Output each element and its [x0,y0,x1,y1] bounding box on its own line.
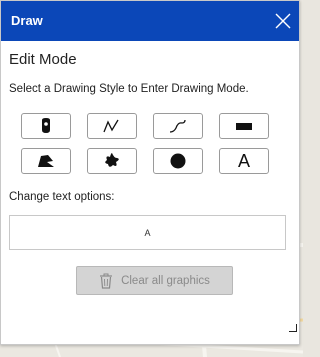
draw-panel: Draw Edit Mode Select a Drawing Style to… [0,0,300,345]
close-icon [275,13,291,29]
text-icon: A [237,151,250,171]
point-tool-button[interactable] [21,113,71,139]
drawing-tool-grid: A [21,113,271,177]
freehand-line-icon [169,119,186,133]
freehand-polyline-tool-button[interactable] [153,113,203,139]
polygon-icon [38,155,54,167]
polyline-icon [103,119,119,133]
resize-handle-icon[interactable] [289,324,297,332]
freehand-polygon-tool-button[interactable] [87,148,137,174]
circle-tool-button[interactable] [153,148,203,174]
rectangle-icon [236,123,252,130]
text-options-label: Change text options: [9,191,115,203]
text-options-input[interactable] [9,215,286,250]
circle-icon [170,153,186,169]
drawing-instruction: Select a Drawing Style to Enter Drawing … [9,83,249,95]
rectangle-tool-button[interactable] [219,113,269,139]
clear-graphics-label: Clear all graphics [121,274,210,287]
freehand-polygon-icon [105,153,119,167]
text-tool-button[interactable]: A [219,148,269,174]
close-button[interactable] [273,11,293,31]
trash-icon [100,273,113,289]
clear-graphics-button[interactable]: Clear all graphics [76,266,233,295]
polyline-tool-button[interactable] [87,113,137,139]
panel-title: Draw [11,13,43,28]
polygon-tool-button[interactable] [21,148,71,174]
panel-titlebar[interactable]: Draw [1,1,299,41]
edit-mode-heading: Edit Mode [9,51,77,68]
map-pin-icon [42,118,50,133]
